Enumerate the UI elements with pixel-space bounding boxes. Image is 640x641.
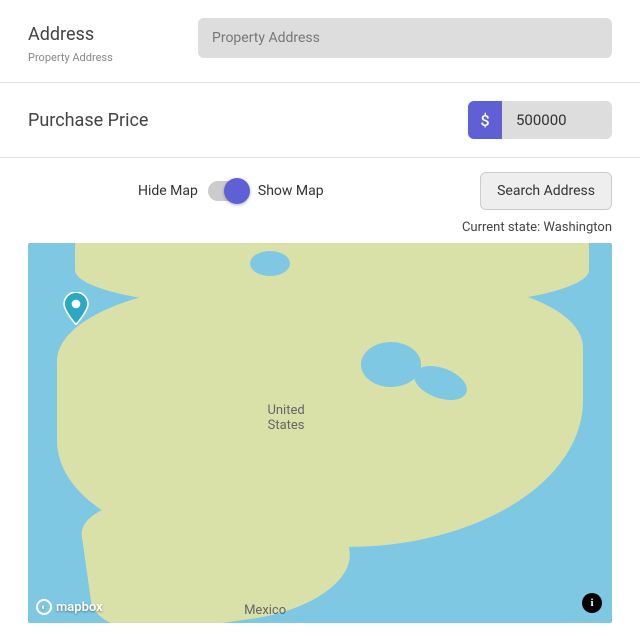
search-address-button[interactable]: Search Address [480, 172, 612, 210]
purchase-price-input[interactable] [502, 101, 612, 139]
address-input[interactable] [198, 18, 612, 58]
map-lake [250, 251, 290, 276]
mapbox-attribution: ◐ mapbox [36, 599, 103, 615]
map-controls: Hide Map Show Map Search Address [0, 158, 640, 216]
dollar-icon: $ [468, 101, 502, 139]
purchase-price-label: Purchase Price [28, 110, 148, 131]
map-marker-icon[interactable] [63, 292, 89, 318]
map-country-label-us: United States [267, 403, 304, 434]
mapbox-logo-icon: ◐ [36, 599, 52, 615]
address-label: Address [28, 24, 178, 45]
hide-map-label: Hide Map [138, 183, 198, 199]
switch-thumb [224, 178, 250, 204]
address-sublabel: Property Address [28, 51, 178, 64]
current-state-text: Current state: Washington [0, 216, 640, 243]
map-view[interactable]: United States Mexico ◐ mapbox i [28, 243, 612, 623]
address-section: Address Property Address [0, 0, 640, 83]
purchase-price-section: Purchase Price $ [0, 83, 640, 158]
map-info-button[interactable]: i [582, 593, 602, 613]
map-lake [361, 342, 421, 387]
show-map-label: Show Map [258, 183, 324, 199]
map-toggle-switch[interactable] [208, 181, 248, 201]
map-country-label-mx: Mexico [244, 603, 286, 619]
